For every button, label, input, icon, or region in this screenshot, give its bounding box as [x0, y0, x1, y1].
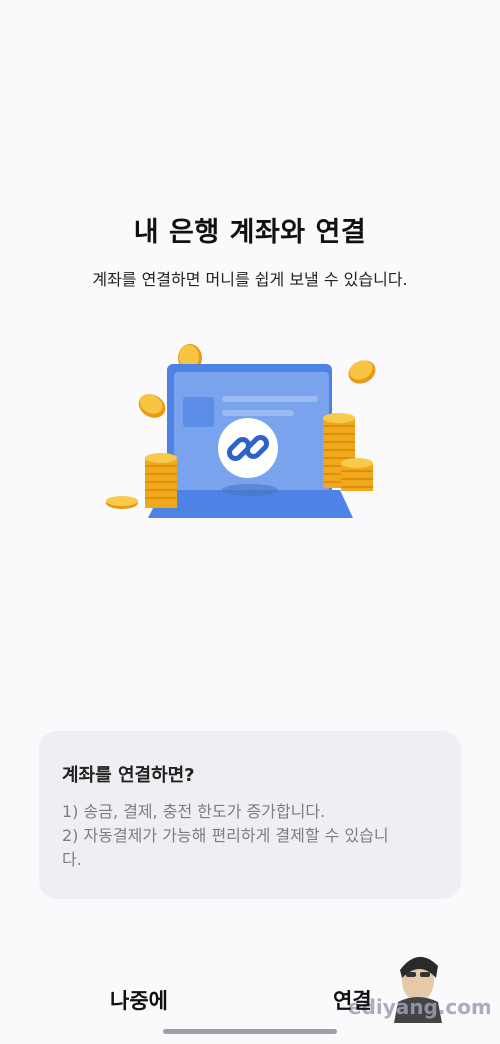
- info-card-line: 2) 자동결제가 가능해 편리하게 결제할 수 있습니다.: [62, 826, 389, 869]
- page-title: 내 은행 계좌와 연결: [133, 217, 367, 248]
- connect-button[interactable]: 연결: [333, 985, 372, 1015]
- coin-icon: [106, 496, 138, 509]
- coin-icon: [348, 360, 376, 384]
- bank-account-link-illustration: [106, 344, 376, 518]
- info-card-title: 계좌를 연결하면?: [62, 765, 195, 786]
- coin-icon: [138, 394, 166, 418]
- page-subtitle: 계좌를 연결하면 머니를 쉽게 보낼 수 있습니다.: [92, 270, 408, 289]
- coin-stack-left: [145, 453, 177, 508]
- coin-stack-right: [323, 413, 373, 491]
- chain-link-icon: [218, 418, 278, 478]
- info-card-line: 1) 송금, 결제, 충전 한도가 증가합니다.: [62, 802, 326, 821]
- home-indicator[interactable]: [163, 1029, 337, 1034]
- later-button[interactable]: 나중에: [110, 985, 168, 1015]
- info-card: 계좌를 연결하면? 1) 송금, 결제, 충전 한도가 증가합니다. 2) 자동…: [39, 731, 461, 899]
